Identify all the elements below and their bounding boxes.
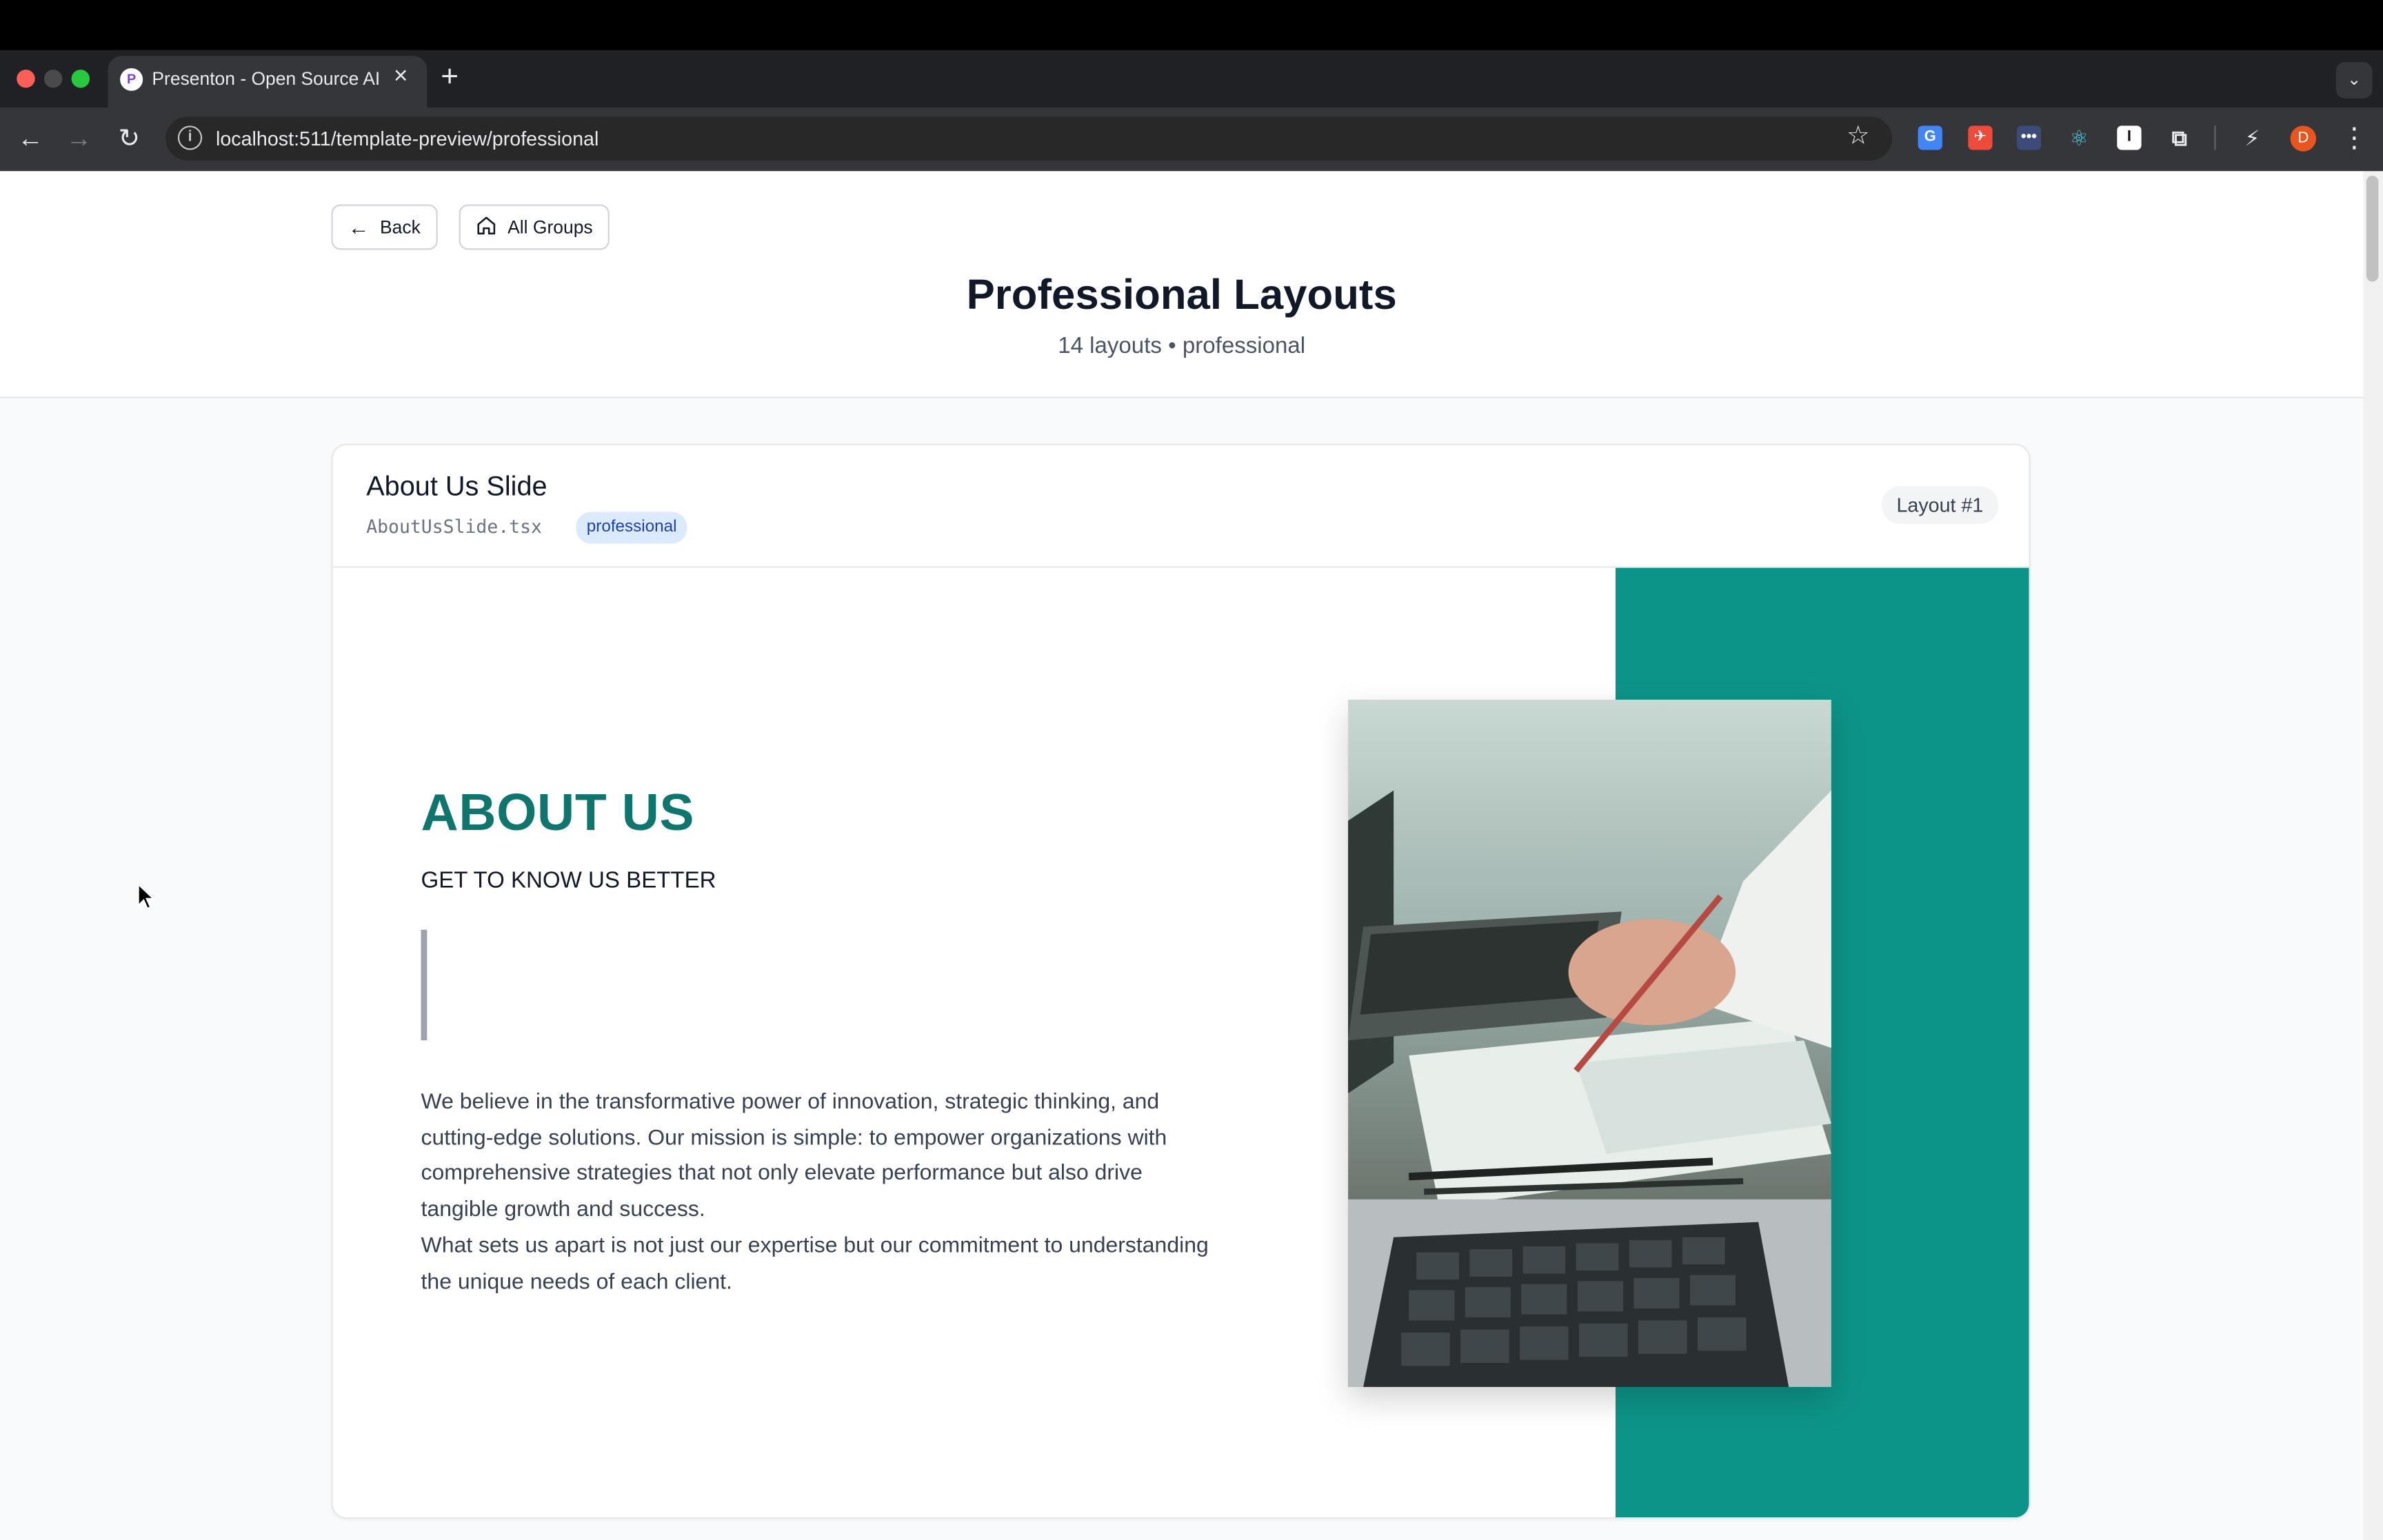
slide-photo — [1348, 699, 1831, 1388]
layout-card-header: About Us Slide AboutUsSlide.tsx professi… — [332, 445, 2029, 568]
page-scrollbar[interactable] — [2363, 171, 2383, 1540]
slide-body-paragraph-1: We believe in the transformative power o… — [421, 1090, 1167, 1222]
slide-heading: ABOUT US — [421, 784, 695, 842]
back-arrow-icon[interactable]: ← — [12, 121, 49, 158]
layout-number-badge: Layout #1 — [1881, 486, 1999, 525]
extensions-puzzle-icon[interactable]: ⧉ — [2167, 125, 2191, 150]
slide-subheading: GET TO KNOW US BETTER — [421, 867, 716, 894]
laptop-desk-photo-image — [1348, 699, 1831, 1388]
toolbar-divider — [2214, 125, 2216, 150]
page-title: Professional Layouts — [966, 271, 1397, 318]
browser-tab[interactable]: P Presenton - Open Source AI p × — [108, 56, 428, 108]
layout-card: About Us Slide AboutUsSlide.tsx professi… — [331, 443, 2031, 1519]
page-header: ← Back All Groups Professional Layouts 1… — [0, 171, 2364, 398]
quote-divider — [421, 929, 428, 1041]
site-info-icon[interactable]: i — [177, 125, 203, 150]
presenton-favicon-icon: P — [120, 68, 143, 91]
i-extension-icon[interactable]: I — [2117, 125, 2142, 150]
slide-preview: ABOUT US GET TO KNOW US BETTER We believ… — [332, 567, 2029, 1518]
dots-extension-icon[interactable]: ••• — [2016, 125, 2042, 150]
bookmark-star-icon[interactable]: ☆ — [1847, 121, 1870, 152]
tab-search-icon[interactable]: ⌄ — [2335, 62, 2373, 99]
browser-menu-icon[interactable]: ⋮ — [2340, 121, 2368, 154]
screen: P Presenton - Open Source AI p × + ⌄ ← →… — [0, 0, 2383, 1540]
home-icon — [476, 214, 497, 240]
slide-body: We believe in the transformative power o… — [421, 1086, 1211, 1301]
react-devtools-icon[interactable]: ⚛ — [2067, 125, 2091, 150]
forward-arrow-icon[interactable]: → — [61, 121, 97, 158]
slide-body-paragraph-2: What sets us apart is not just our exper… — [421, 1233, 1209, 1295]
page-viewport: ← Back All Groups Professional Layouts 1… — [0, 171, 2383, 1540]
address-bar[interactable]: i localhost:511/template-preview/profess… — [165, 116, 1893, 161]
layout-filename: AboutUsSlide.tsx — [366, 516, 542, 538]
all-groups-label: All Groups — [507, 216, 593, 238]
zoom-window-button[interactable] — [71, 70, 90, 88]
performance-icon[interactable]: ⚡ — [2240, 125, 2264, 150]
layout-title: About Us Slide — [366, 471, 547, 502]
back-button-label: Back — [380, 216, 421, 238]
profile-avatar[interactable]: D — [2290, 125, 2317, 152]
page-subtitle: 14 layouts • professional — [1058, 333, 1306, 359]
all-groups-button[interactable]: All Groups — [459, 204, 610, 250]
minimize-window-button[interactable] — [43, 70, 63, 88]
close-tab-icon[interactable]: × — [394, 63, 408, 91]
arrow-left-icon: ← — [348, 214, 370, 240]
tab-title: Presenton - Open Source AI p — [152, 68, 381, 90]
group-badge: professional — [576, 511, 687, 544]
new-tab-icon[interactable]: + — [441, 62, 459, 92]
rocket-extension-icon[interactable]: ✈ — [1968, 125, 1993, 150]
url-text[interactable]: localhost:511/template-preview/professio… — [216, 128, 599, 150]
close-window-button[interactable] — [17, 70, 35, 88]
mouse-cursor-icon — [137, 882, 155, 910]
translate-extension-icon[interactable]: G — [1918, 125, 1942, 150]
reload-icon[interactable]: ↻ — [111, 121, 148, 158]
back-button[interactable]: ← Back — [331, 204, 438, 250]
scrollbar-thumb[interactable] — [2366, 175, 2379, 282]
